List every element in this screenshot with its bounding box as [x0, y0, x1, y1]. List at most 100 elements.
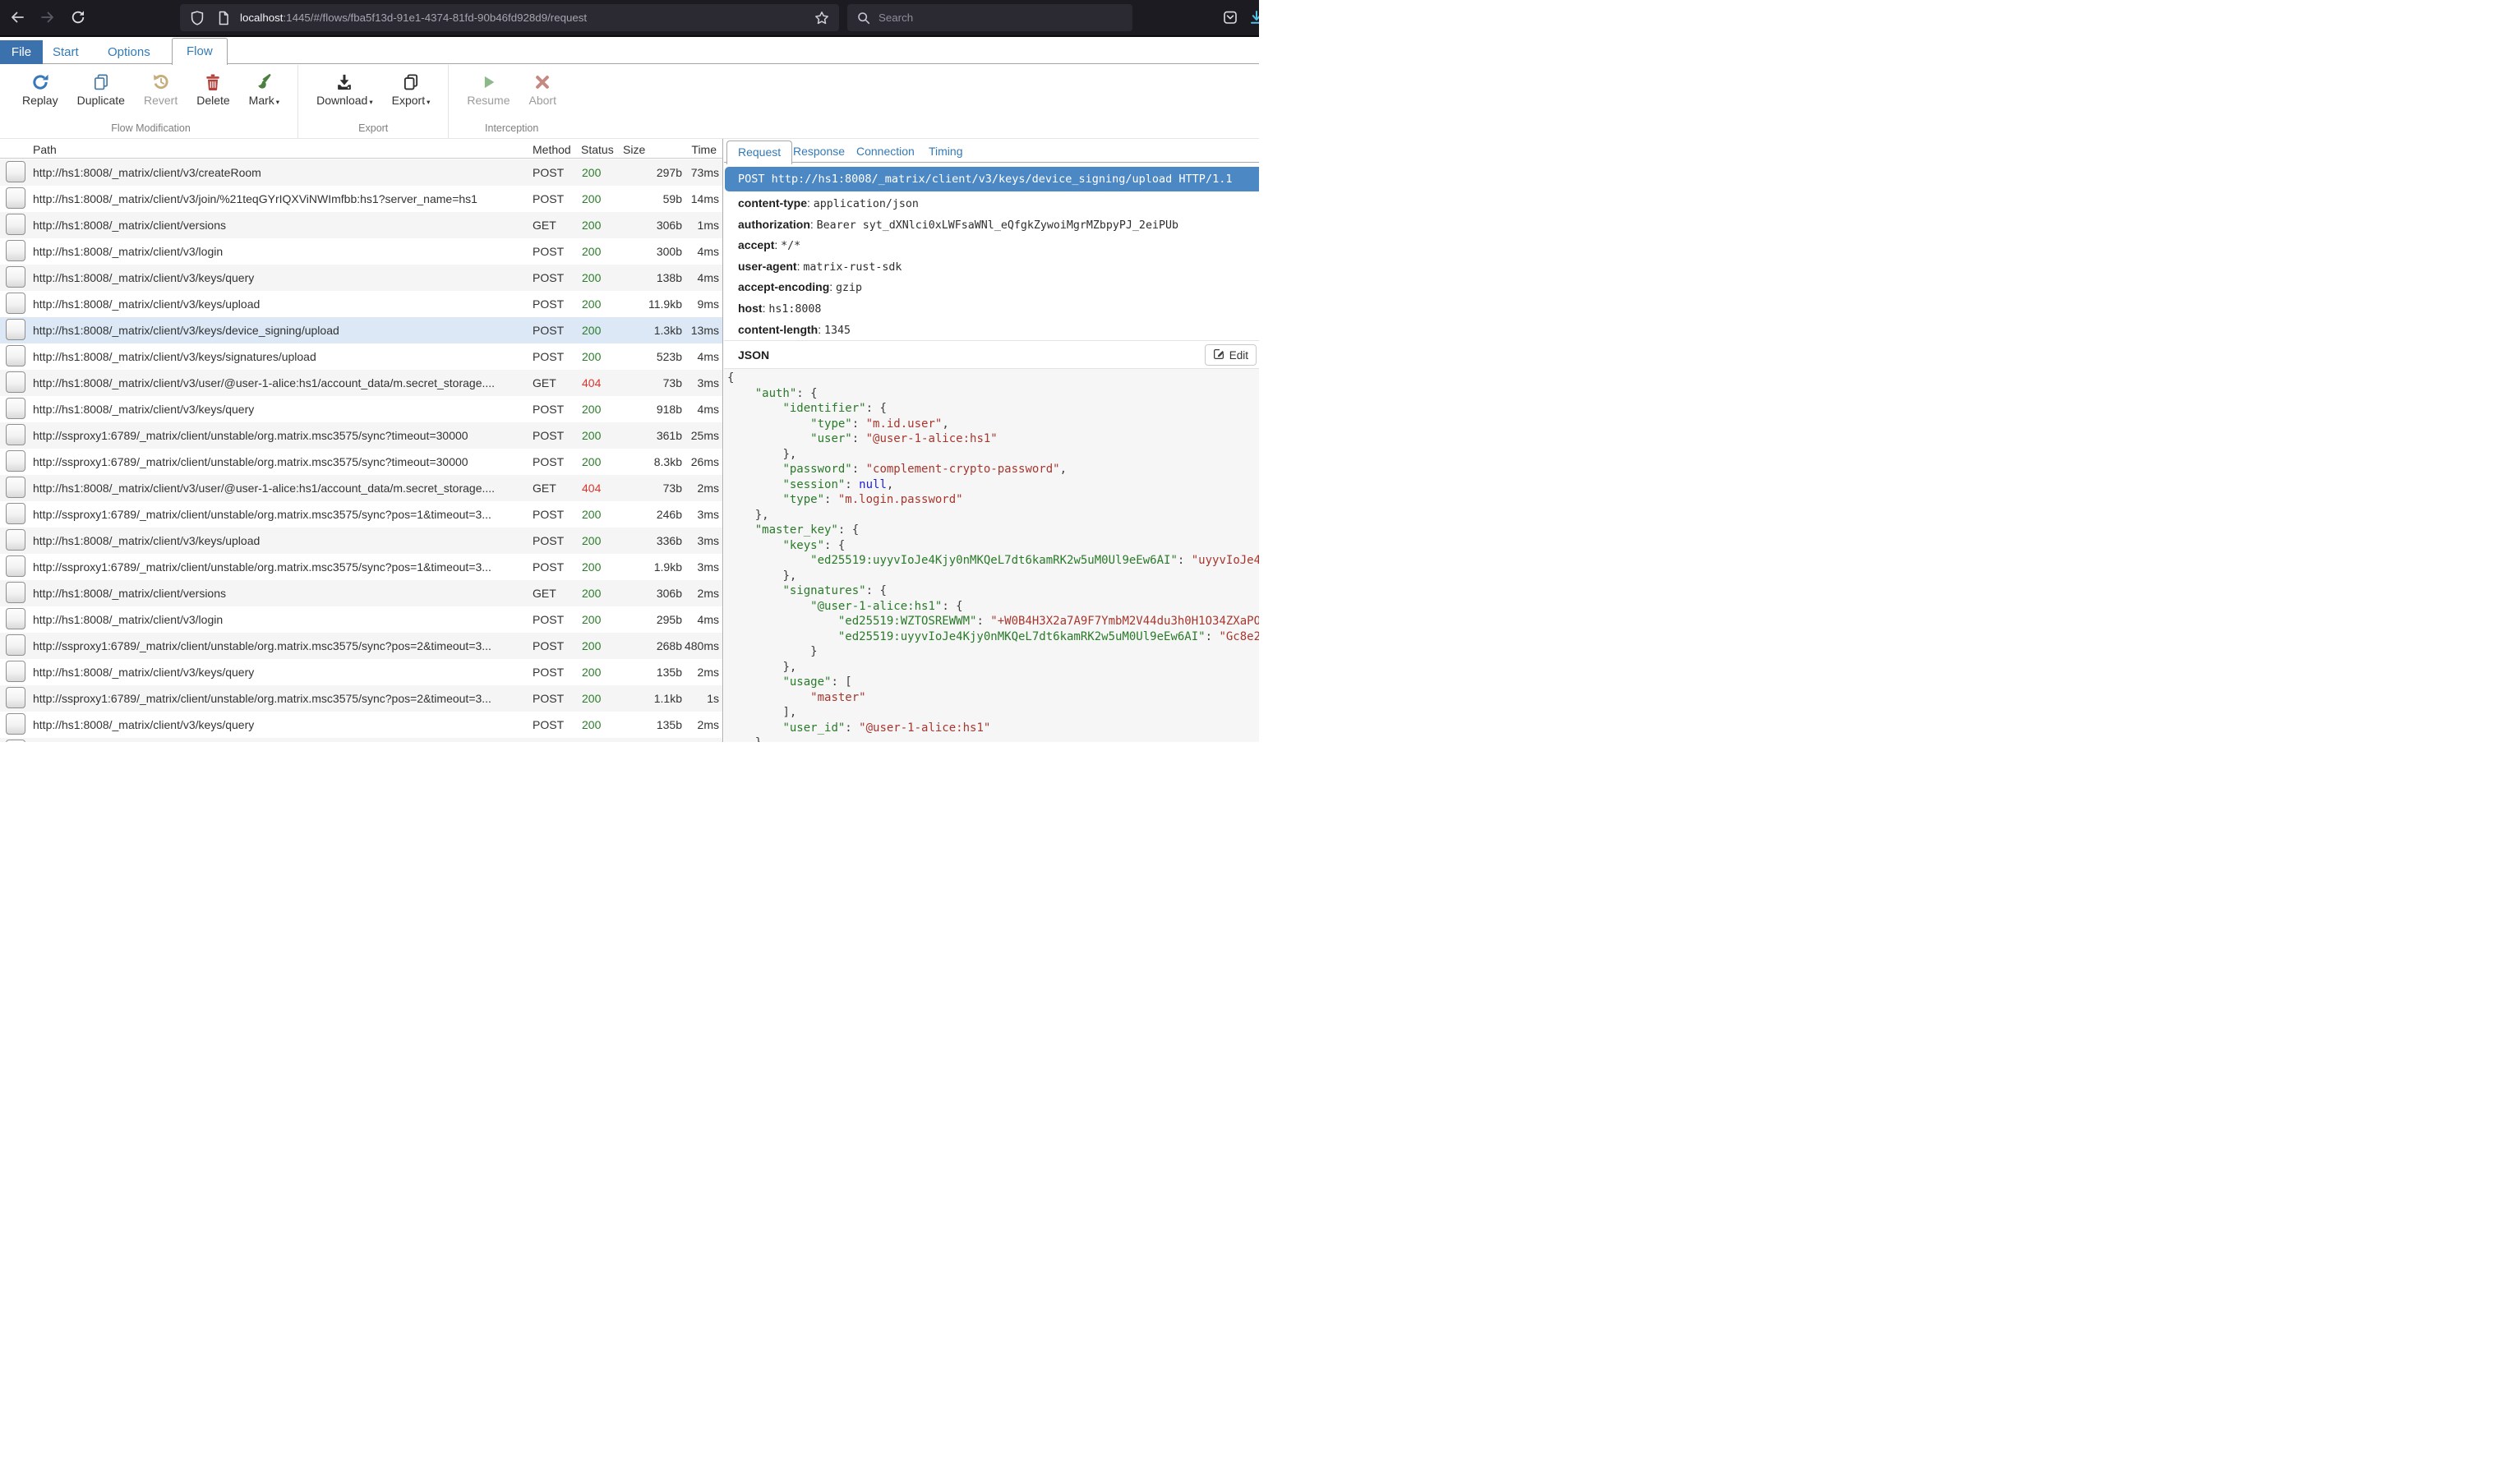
flow-size: 1.9kb	[613, 554, 682, 580]
flow-method: POST	[533, 659, 579, 685]
flow-row[interactable]: http://hs1:8008/_matrix/client/v3/loginP…	[0, 606, 722, 633]
flow-method: POST	[533, 291, 579, 317]
tab-connection[interactable]: Connection	[856, 141, 915, 163]
edit-button[interactable]: Edit	[1205, 344, 1257, 366]
flow-time: 73ms	[682, 159, 719, 186]
flow-size: 300b	[613, 238, 682, 265]
flow-path: http://hs1:8008/_matrix/client/v3/keys/d…	[33, 317, 528, 343]
flow-row[interactable]: http://ssproxy1:6789/_matrix/client/unst…	[0, 501, 722, 528]
json-line: "usage": [	[727, 675, 1259, 690]
caret-down-icon: ▾	[369, 98, 372, 107]
delete-button[interactable]: Delete	[188, 70, 238, 109]
flow-row[interactable]: http://hs1:8008/_matrix/client/versionsG…	[0, 212, 722, 238]
flow-size: 1.1kb	[613, 685, 682, 712]
flow-kind-icon	[6, 529, 25, 551]
flow-method: GET	[533, 580, 579, 606]
flow-row[interactable]: http://hs1:8008/_matrix/client/v3/create…	[0, 159, 722, 186]
flow-row[interactable]: http://hs1:8008/_matrix/client/v3/keys/q…	[0, 712, 722, 738]
flow-kind-icon	[6, 477, 25, 498]
shield-icon[interactable]	[189, 10, 205, 26]
bookmark-star-icon[interactable]	[814, 10, 830, 26]
flow-path: http://hs1:8008/_matrix/client/v3/keys/u…	[33, 291, 528, 317]
back-icon[interactable]	[9, 9, 25, 25]
flow-path: http://hs1:8008/_matrix/client/v3/login	[33, 606, 528, 633]
flow-kind-icon	[6, 634, 25, 656]
request-line[interactable]: POST http://hs1:8008/_matrix/client/v3/k…	[725, 167, 1259, 191]
mark-button[interactable]: Mark▾	[241, 70, 288, 109]
flow-time: 4ms	[682, 343, 719, 370]
column-header-path[interactable]: Path	[33, 141, 57, 159]
flow-row[interactable]: http://ssproxy1:6789/_matrix/client/unst…	[0, 449, 722, 475]
flow-method: POST	[533, 685, 579, 712]
flow-row[interactable]: http://hs1:8008/_matrix/client/versionsG…	[0, 580, 722, 606]
replay-button[interactable]: Replay	[14, 70, 67, 109]
flow-row[interactable]: http://hs1:8008/_matrix/client/v3/loginP…	[0, 238, 722, 265]
duplicate-button[interactable]: Duplicate	[69, 70, 133, 109]
revert-button[interactable]: Revert	[136, 70, 186, 109]
url-host: localhost	[240, 12, 283, 24]
flow-row[interactable]: http://hs1:8008/_matrix/client/v3/keys/q…	[0, 396, 722, 422]
column-header-status[interactable]: Status	[581, 141, 614, 159]
flow-time: 3ms	[682, 370, 719, 396]
flow-method: POST	[533, 238, 579, 265]
abort-icon	[533, 72, 551, 91]
pocket-icon[interactable]	[1222, 9, 1238, 25]
file-menu-button[interactable]: File	[0, 40, 43, 64]
reload-icon[interactable]	[70, 9, 86, 25]
flow-path: http://ssproxy1:6789/_matrix/client/unst…	[33, 633, 528, 659]
flow-time: 3ms	[682, 554, 719, 580]
column-header-size[interactable]: Size	[623, 141, 645, 159]
browser-search-bar[interactable]	[847, 4, 1132, 31]
flow-method: POST	[533, 186, 579, 212]
flow-row[interactable]: http://hs1:8008/_matrix/client/v3/join/%…	[0, 186, 722, 212]
flow-size: 295b	[613, 606, 682, 633]
export-button[interactable]: Export▾	[384, 70, 439, 109]
tab-timing[interactable]: Timing	[929, 141, 963, 163]
flow-row[interactable]: http://hs1:8008/_matrix/client/v3/user/@…	[0, 370, 722, 396]
flow-method: POST	[533, 606, 579, 633]
flow-time: 9ms	[682, 291, 719, 317]
flow-path: http://hs1:8008/_matrix/client/v3/user/@…	[33, 475, 528, 501]
menu-options[interactable]: Options	[108, 40, 150, 64]
column-header-method[interactable]: Method	[533, 141, 571, 159]
flow-row[interactable]: http://ssproxy1:6789/_matrix/client/unst…	[0, 422, 722, 449]
json-body[interactable]: { "auth": { "identifier": { "type": "m.i…	[724, 369, 1259, 742]
flow-path: http://ssproxy1:6789/_matrix/client/unst…	[33, 554, 528, 580]
flow-row[interactable]: http://hs1:8008/_matrix/client/v3/keys/s…	[0, 343, 722, 370]
abort-button[interactable]: Abort	[521, 70, 565, 109]
flow-row[interactable]: http://hs1:8008/_matrix/client/v3/keys/u…	[0, 291, 722, 317]
search-icon	[856, 11, 871, 25]
download-button[interactable]: Download▾	[308, 70, 381, 109]
downloads-icon[interactable]	[1248, 9, 1259, 25]
column-header-time[interactable]: Time	[680, 141, 717, 159]
flow-size: 336b	[613, 528, 682, 554]
tab-request[interactable]: Request	[726, 141, 792, 164]
tab-flow[interactable]: Flow	[172, 38, 228, 65]
flow-row[interactable]: http://hs1:8008/_matrix/client/v3/keys/q…	[0, 265, 722, 291]
flow-row[interactable]: http://ssproxy1:6789/_matrix/client/unst…	[0, 685, 722, 712]
forward-icon[interactable]	[39, 9, 56, 25]
toolbar-group: Download▾Export▾Export	[297, 65, 448, 138]
menu-start[interactable]: Start	[53, 40, 79, 64]
flow-row[interactable]: http://hs1:8008/_matrix/client/v3/keys/q…	[0, 659, 722, 685]
edit-icon	[1213, 348, 1225, 362]
resume-button[interactable]: Resume	[459, 70, 518, 109]
flow-time: 3ms	[682, 501, 719, 528]
flow-method: POST	[533, 554, 579, 580]
json-line: "ed25519:uyyvIoJe4Kjy0nMKQeL7dt6kamRK2w5…	[727, 553, 1259, 569]
flow-row[interactable]: http://hs1:8008/_matrix/client/v3/keys/d…	[0, 317, 722, 343]
flow-row[interactable]: http://hs1:8008/_matrix/client/v3/user/@…	[0, 475, 722, 501]
tab-response[interactable]: Response	[793, 141, 845, 163]
flow-row[interactable]: http://hs1:8008/_matrix/client/v3/keys/u…	[0, 528, 722, 554]
header-value: Bearer syt_dXNlci0xLWFsaWNl_eQfgkZywoiMg…	[817, 219, 1178, 232]
page-info-icon[interactable]	[215, 10, 232, 26]
flow-row[interactable]: http://ssproxy1:6789/_matrix/client/unst…	[0, 554, 722, 580]
flow-time: 4ms	[682, 396, 719, 422]
flow-row[interactable]	[0, 738, 722, 742]
flow-time: 2ms	[682, 475, 719, 501]
request-headers: content-type: application/jsonauthorizat…	[738, 193, 1257, 340]
search-input[interactable]	[879, 12, 1109, 24]
flow-row[interactable]: http://ssproxy1:6789/_matrix/client/unst…	[0, 633, 722, 659]
request-header: content-length: 1345	[738, 320, 1257, 341]
url-bar[interactable]: localhost:1445/#/flows/fba5f13d-91e1-437…	[180, 4, 839, 31]
